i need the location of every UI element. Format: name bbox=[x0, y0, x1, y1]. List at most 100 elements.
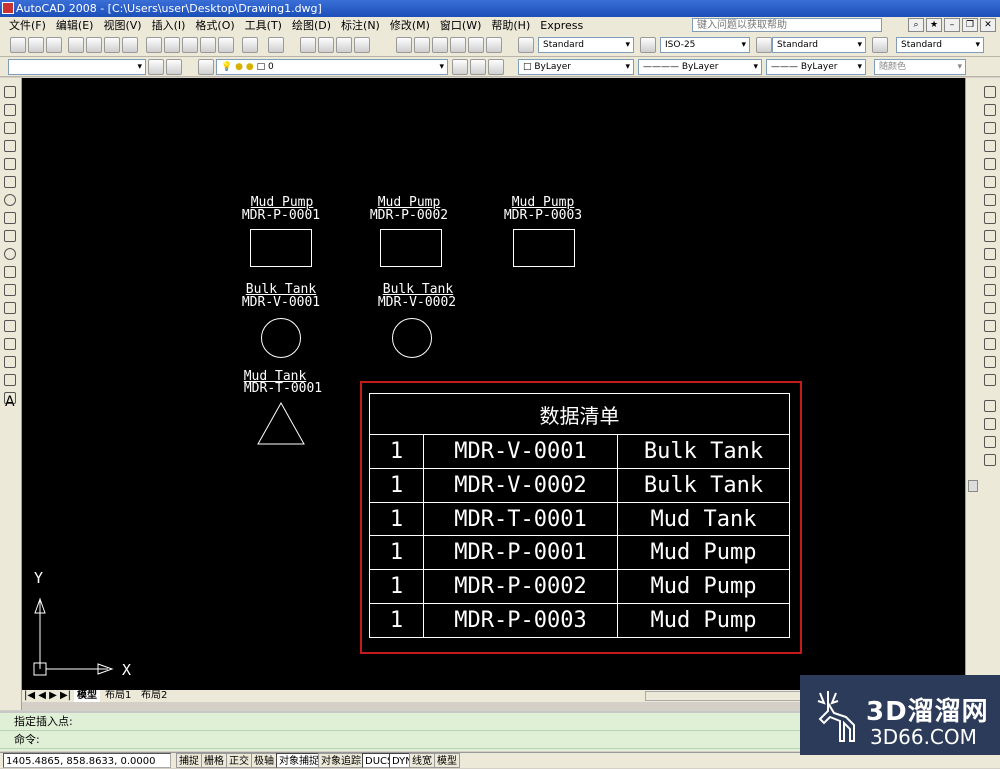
publish-icon[interactable] bbox=[104, 37, 120, 53]
lineweight-select[interactable]: ——— ByLayer bbox=[766, 59, 866, 75]
layer-isolate-icon[interactable] bbox=[488, 59, 504, 75]
bring-above-icon[interactable] bbox=[984, 454, 996, 466]
save-icon[interactable] bbox=[46, 37, 62, 53]
menu-dimension[interactable]: 标注(N) bbox=[336, 17, 385, 34]
arc-icon[interactable] bbox=[4, 176, 16, 188]
workspace-settings-icon[interactable] bbox=[148, 59, 164, 75]
snap-toggle[interactable]: 捕捉 bbox=[176, 753, 202, 768]
multiline-text-icon[interactable]: A bbox=[5, 394, 15, 410]
revision-cloud-icon[interactable] bbox=[4, 212, 16, 224]
bring-to-front-icon[interactable] bbox=[984, 418, 996, 430]
dim-style-icon[interactable] bbox=[640, 37, 656, 53]
plot-icon[interactable] bbox=[68, 37, 84, 53]
region-icon[interactable] bbox=[4, 374, 16, 386]
multileader-style-select[interactable]: Standard bbox=[896, 37, 984, 53]
erase-icon[interactable] bbox=[984, 86, 996, 98]
tab-nav-icon[interactable]: |◀ ◀ ▶ ▶| bbox=[24, 690, 71, 702]
zoom-previous-icon[interactable] bbox=[354, 37, 370, 53]
menu-format[interactable]: 格式(O) bbox=[190, 17, 239, 34]
properties-icon[interactable] bbox=[396, 37, 412, 53]
drawing-canvas[interactable]: Mud Pump MDR-P-0001 Mud Pump MDR-P-0002 … bbox=[22, 78, 965, 690]
polygon-icon[interactable] bbox=[4, 140, 16, 152]
construction-line-icon[interactable] bbox=[4, 104, 16, 116]
explode-icon[interactable] bbox=[984, 374, 996, 386]
calculator-icon[interactable] bbox=[486, 37, 502, 53]
pump-symbol[interactable] bbox=[513, 229, 575, 267]
hatch-icon[interactable] bbox=[4, 338, 16, 350]
grid-toggle[interactable]: 栅格 bbox=[201, 753, 227, 768]
mud-tank-triangle-symbol[interactable] bbox=[256, 402, 306, 446]
stretch-icon[interactable] bbox=[984, 230, 996, 242]
copy-object-icon[interactable] bbox=[984, 104, 996, 116]
join-icon[interactable] bbox=[984, 320, 996, 332]
break-at-point-icon[interactable] bbox=[984, 284, 996, 296]
layer-previous-icon[interactable] bbox=[470, 59, 486, 75]
send-to-back-icon[interactable] bbox=[984, 436, 996, 448]
tab-layout1[interactable]: 布局1 bbox=[102, 690, 134, 702]
copy-icon[interactable] bbox=[164, 37, 180, 53]
zoom-window-icon[interactable] bbox=[336, 37, 352, 53]
data-table[interactable]: 数据清单 1 MDR-V-0001 Bulk Tank 1 MDR-V-0002 Bul… bbox=[369, 393, 790, 638]
sheet-set-icon[interactable] bbox=[450, 37, 466, 53]
polar-toggle[interactable]: 极轴 bbox=[251, 753, 277, 768]
pan-icon[interactable] bbox=[300, 37, 316, 53]
color-select[interactable]: □ ByLayer bbox=[518, 59, 634, 75]
plotstyle-select[interactable]: 随颜色 bbox=[874, 59, 966, 75]
undo-icon[interactable] bbox=[242, 37, 258, 53]
fillet-icon[interactable] bbox=[984, 356, 996, 368]
block-editor-icon[interactable] bbox=[218, 37, 234, 53]
ellipse-icon[interactable] bbox=[4, 248, 16, 260]
multileader-style-icon[interactable] bbox=[872, 37, 888, 53]
layer-select[interactable]: 💡 ● ● □ 0 bbox=[216, 59, 448, 75]
cut-icon[interactable] bbox=[146, 37, 162, 53]
model-toggle[interactable]: 模型 bbox=[434, 753, 460, 768]
offset-icon[interactable] bbox=[984, 140, 996, 152]
layer-properties-icon[interactable] bbox=[166, 59, 182, 75]
scroll-thumb[interactable] bbox=[968, 480, 978, 492]
tank-symbol[interactable] bbox=[392, 318, 432, 358]
3d-dwf-icon[interactable] bbox=[122, 37, 138, 53]
mirror-icon[interactable] bbox=[984, 122, 996, 134]
chamfer-icon[interactable] bbox=[984, 338, 996, 350]
lineweight-toggle[interactable]: 线宽 bbox=[409, 753, 435, 768]
move-icon[interactable] bbox=[984, 176, 996, 188]
menu-window[interactable]: 窗口(W) bbox=[435, 17, 486, 34]
match-properties-icon[interactable] bbox=[200, 37, 216, 53]
extend-icon[interactable] bbox=[984, 266, 996, 278]
layer-states-icon[interactable] bbox=[198, 59, 214, 75]
tab-model[interactable]: 模型 bbox=[74, 690, 100, 702]
linetype-select[interactable]: ———— ByLayer bbox=[638, 59, 762, 75]
plot-preview-icon[interactable] bbox=[86, 37, 102, 53]
tab-layout2[interactable]: 布局2 bbox=[138, 690, 170, 702]
tank-symbol[interactable] bbox=[261, 318, 301, 358]
pump-symbol[interactable] bbox=[250, 229, 312, 267]
menu-help[interactable]: 帮助(H) bbox=[486, 17, 535, 34]
menu-express[interactable]: Express bbox=[535, 17, 588, 34]
text-style-select[interactable]: Standard bbox=[538, 37, 634, 53]
menu-tools[interactable]: 工具(T) bbox=[240, 17, 287, 34]
help-search-input[interactable] bbox=[692, 18, 882, 32]
break-icon[interactable] bbox=[984, 302, 996, 314]
gradient-icon[interactable] bbox=[4, 356, 16, 368]
scale-icon[interactable] bbox=[984, 212, 996, 224]
array-icon[interactable] bbox=[984, 158, 996, 170]
spline-icon[interactable] bbox=[4, 230, 16, 242]
text-style-icon[interactable] bbox=[518, 37, 534, 53]
draw-order-icon[interactable] bbox=[984, 400, 996, 412]
trim-icon[interactable] bbox=[984, 248, 996, 260]
search-icon[interactable]: ⌕ bbox=[908, 18, 924, 32]
menu-draw[interactable]: 绘图(D) bbox=[287, 17, 336, 34]
paste-icon[interactable] bbox=[182, 37, 198, 53]
menu-file[interactable]: 文件(F) bbox=[4, 17, 51, 34]
table-style-icon[interactable] bbox=[756, 37, 772, 53]
ortho-toggle[interactable]: 正交 bbox=[226, 753, 252, 768]
rotate-icon[interactable] bbox=[984, 194, 996, 206]
ellipse-arc-icon[interactable] bbox=[4, 266, 16, 278]
design-center-icon[interactable] bbox=[414, 37, 430, 53]
menu-view[interactable]: 视图(V) bbox=[98, 17, 146, 34]
menu-insert[interactable]: 插入(I) bbox=[147, 17, 191, 34]
minimize-button[interactable]: – bbox=[944, 18, 960, 32]
workspace-select[interactable] bbox=[8, 59, 146, 75]
point-icon[interactable] bbox=[4, 320, 16, 332]
restore-button[interactable]: ❐ bbox=[962, 18, 978, 32]
